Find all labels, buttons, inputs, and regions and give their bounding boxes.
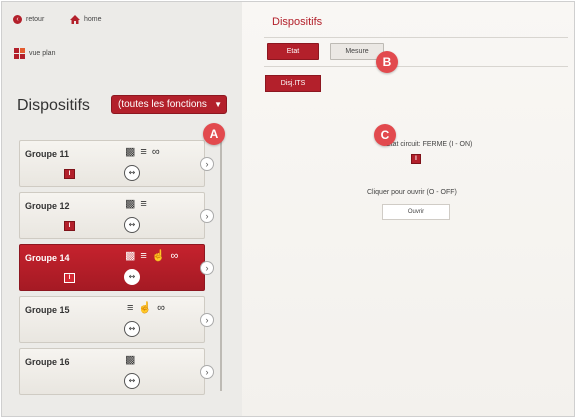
- open-button[interactable]: Ouvrir: [382, 204, 450, 220]
- chart-icon: ▩: [125, 198, 136, 210]
- traffic-light-icon: ≡: [127, 302, 134, 314]
- open-instruction: Cliquer pour ouvrir (O - OFF): [367, 189, 457, 196]
- group-function-icons: ▩: [125, 354, 135, 366]
- usb-icon[interactable]: ↭: [124, 321, 140, 337]
- circuit-state-text: Etat circuit: FERME (I - ON): [386, 141, 473, 148]
- callout-c: C: [374, 124, 396, 146]
- usb-icon[interactable]: ↭: [124, 373, 140, 389]
- group-card-selected[interactable]: Groupe 14 ▩ ≡ ☝ ∞ I ↭ ›: [19, 244, 214, 291]
- chevron-down-icon: ▼: [214, 100, 222, 109]
- usb-icon[interactable]: ↭: [124, 269, 140, 285]
- chart-icon: ▩: [125, 250, 136, 262]
- state-badge: I: [64, 169, 75, 179]
- devices-heading: Dispositifs: [17, 97, 90, 114]
- callout-b: B: [376, 51, 398, 73]
- back-link[interactable]: ‹ retour: [13, 15, 44, 24]
- traffic-light-icon: ≡: [140, 198, 147, 210]
- filter-selected-value: (toutes les fonctions: [118, 99, 207, 110]
- chevron-right-icon[interactable]: ›: [200, 261, 214, 275]
- group-name: Groupe 14: [25, 253, 70, 263]
- group-card[interactable]: Groupe 15 ≡ ☝ ∞ ↭ ›: [19, 296, 214, 343]
- hand-icon: ☝: [138, 302, 153, 314]
- page-title: Dispositifs: [272, 16, 323, 28]
- plan-view-link[interactable]: vue plan: [14, 48, 55, 59]
- chevron-right-icon[interactable]: ›: [200, 157, 214, 171]
- tabbar-divider: [264, 66, 568, 67]
- circuit-state-indicator: I: [411, 154, 421, 164]
- group-card[interactable]: Groupe 16 ▩ ↭ ›: [19, 348, 214, 395]
- group-function-icons: ▩ ≡ ☝ ∞: [125, 250, 178, 262]
- plan-label: vue plan: [29, 50, 56, 57]
- group-name: Groupe 15: [25, 305, 70, 315]
- chevron-right-icon[interactable]: ›: [200, 365, 214, 379]
- traffic-light-icon: ≡: [140, 250, 147, 262]
- group-function-icons: ▩ ≡: [125, 198, 147, 210]
- chart-icon: ▩: [125, 354, 136, 366]
- home-icon: [70, 15, 80, 24]
- tab-etat[interactable]: Etat: [267, 43, 319, 60]
- link-icon: ∞: [157, 302, 165, 314]
- group-function-icons: ▩ ≡ ∞: [125, 146, 160, 158]
- chevron-right-icon[interactable]: ›: [200, 313, 214, 327]
- group-card[interactable]: Groupe 11 ▩ ≡ ∞ I ↭ ›: [19, 140, 214, 187]
- usb-icon[interactable]: ↭: [124, 217, 140, 233]
- group-function-icons: ≡ ☝ ∞: [127, 302, 165, 314]
- header-divider: [264, 37, 568, 38]
- group-name: Groupe 12: [25, 201, 70, 211]
- disj-its-button[interactable]: Disj.ITS: [265, 75, 321, 92]
- home-link[interactable]: home: [70, 15, 102, 24]
- group-name: Groupe 16: [25, 357, 70, 367]
- list-scrollbar[interactable]: [220, 135, 222, 391]
- back-label: retour: [26, 16, 45, 23]
- grid-icon: [14, 48, 25, 59]
- chevron-right-icon[interactable]: ›: [200, 209, 214, 223]
- callout-a: A: [203, 123, 225, 145]
- state-badge: I: [64, 273, 75, 283]
- chart-icon: ▩: [125, 146, 136, 158]
- app-window: ‹ retour home vue plan Dispositifs Dispo…: [1, 1, 575, 417]
- link-icon: ∞: [170, 250, 179, 262]
- usb-icon[interactable]: ↭: [124, 165, 140, 181]
- group-name: Groupe 11: [25, 149, 70, 159]
- group-card[interactable]: Groupe 12 ▩ ≡ I ↭ ›: [19, 192, 214, 239]
- function-filter-select[interactable]: (toutes les fonctions ▼: [111, 95, 227, 114]
- traffic-light-icon: ≡: [140, 146, 147, 158]
- home-label: home: [84, 16, 102, 23]
- state-badge: I: [64, 221, 75, 231]
- back-arrow-icon: ‹: [13, 15, 22, 24]
- hand-icon: ☝: [151, 250, 166, 262]
- link-icon: ∞: [151, 146, 160, 158]
